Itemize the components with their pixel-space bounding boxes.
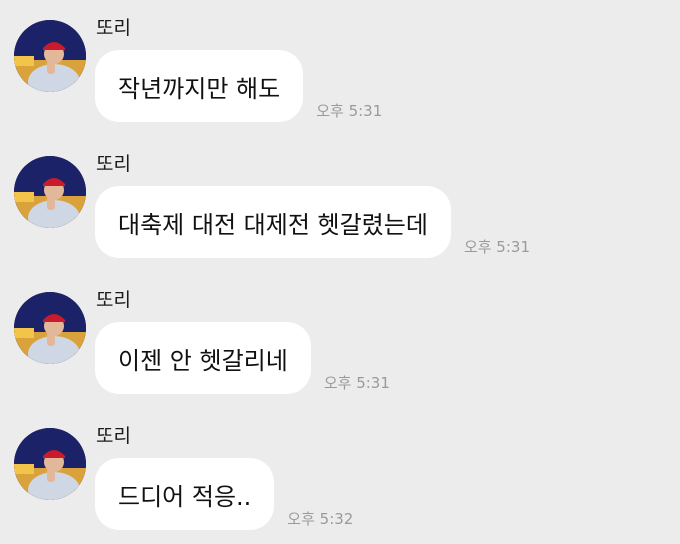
profile-photo-icon [14, 156, 86, 228]
message-bubble[interactable]: 이젠 안 헷갈리네 [95, 322, 311, 394]
sender-name: 또리 [96, 17, 131, 39]
message-group: 또리 대축제 대전 대제전 헷갈렸는데 오후 5:31 [0, 136, 680, 272]
sender-name: 또리 [96, 153, 131, 175]
message-group: 또리 이젠 안 헷갈리네 오후 5:31 [0, 272, 680, 408]
sender-name: 또리 [96, 425, 131, 447]
avatar[interactable] [14, 292, 86, 364]
message-group: 또리 드디어 적응.. 오후 5:32 [0, 408, 680, 544]
sender-name: 또리 [96, 289, 131, 311]
message-row: 드디어 적응.. 오후 5:32 [95, 458, 353, 530]
message-row: 대축제 대전 대제전 헷갈렸는데 오후 5:31 [95, 186, 530, 258]
message-timestamp: 오후 5:31 [316, 102, 383, 120]
message-timestamp: 오후 5:31 [323, 374, 390, 392]
avatar[interactable] [14, 20, 86, 92]
profile-photo-icon [14, 292, 86, 364]
message-bubble[interactable]: 작년까지만 해도 [95, 50, 304, 122]
message-row: 이젠 안 헷갈리네 오후 5:31 [95, 322, 390, 394]
message-bubble[interactable]: 드디어 적응.. [95, 458, 275, 530]
avatar[interactable] [14, 428, 86, 500]
message-row: 작년까지만 해도 오후 5:31 [95, 50, 382, 122]
message-timestamp: 오후 5:31 [463, 238, 530, 256]
message-bubble[interactable]: 대축제 대전 대제전 헷갈렸는데 [95, 186, 451, 258]
avatar[interactable] [14, 156, 86, 228]
message-group: 또리 작년까지만 해도 오후 5:31 [0, 0, 680, 136]
profile-photo-icon [14, 20, 86, 92]
profile-photo-icon [14, 428, 86, 500]
message-timestamp: 오후 5:32 [287, 510, 354, 528]
